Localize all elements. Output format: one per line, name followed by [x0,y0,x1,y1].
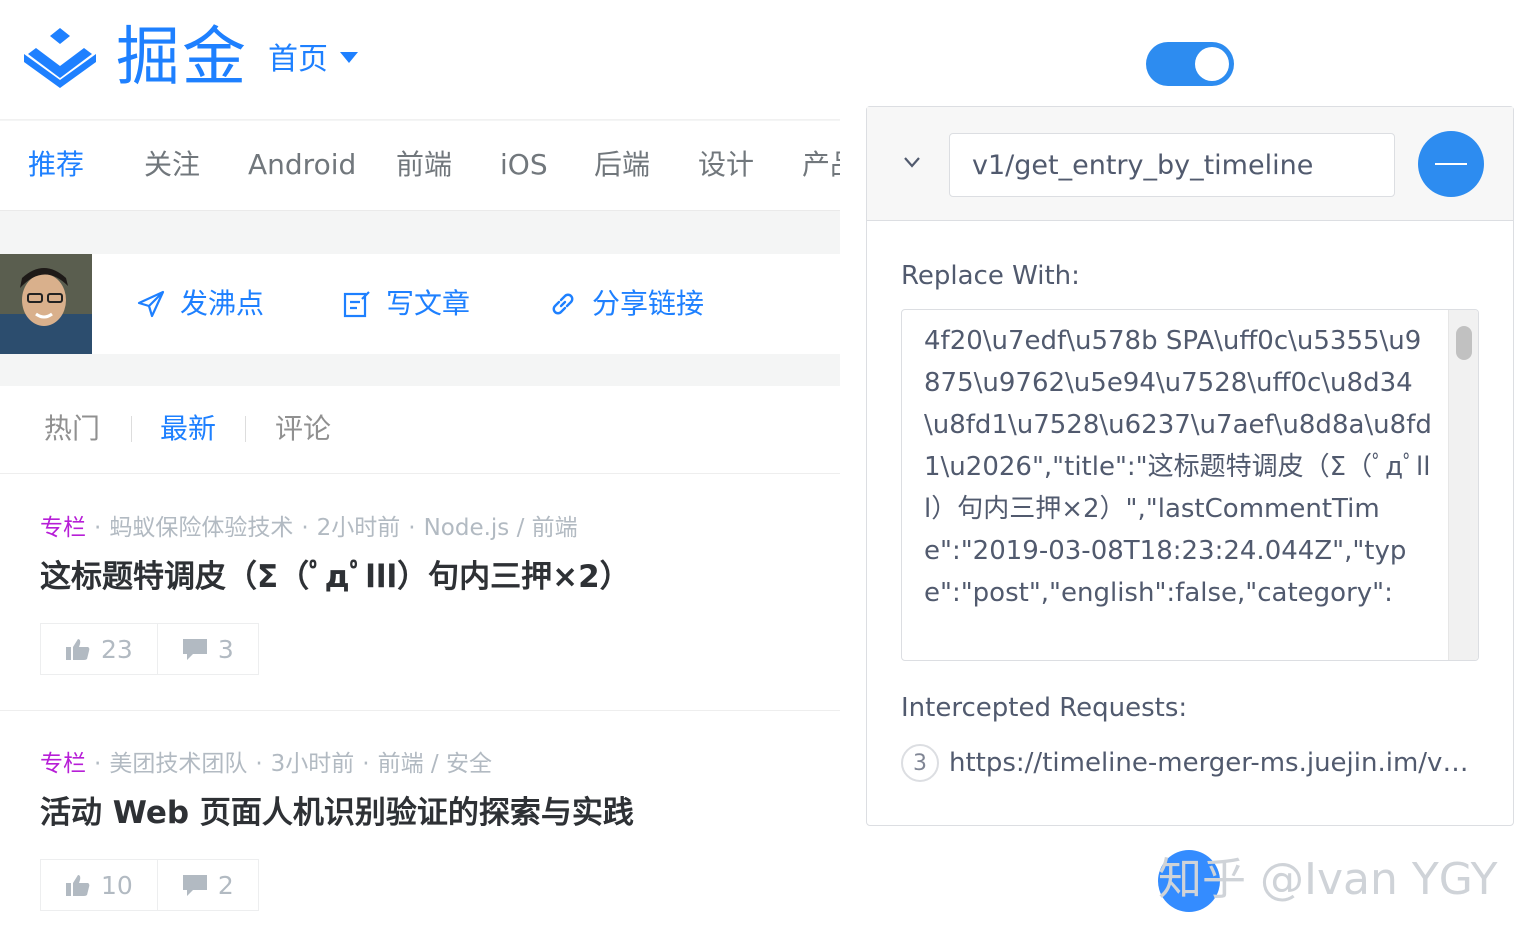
thumbs-up-icon [66,639,90,660]
sort-comments[interactable]: 评论 [275,411,331,447]
tab-product[interactable]: 产品 [802,147,840,183]
replace-textarea-content: 4f20\u7edf\u578b SPA\uff0c\u5355\u9875\u… [924,326,1432,608]
top-navbar: 掘金 首页 [0,0,840,120]
divider [245,416,246,442]
url-pattern-input[interactable] [949,133,1395,197]
juejin-logo-icon[interactable] [22,26,98,88]
comment-count: 3 [217,634,234,664]
tab-ios[interactable]: iOS [500,147,548,183]
entry-title[interactable]: 活动 Web 页面人机识别验证的探索与实践 [40,791,634,835]
post-pin-label: 发沸点 [180,287,265,320]
minus-icon [1435,163,1467,165]
entry-author[interactable]: 美团技术团队 [109,751,247,777]
entry-meta: 专栏 · 蚂蚁保险体验技术 · 2小时前 · Node.js / 前端 [40,513,578,543]
entry-meta: 专栏 · 美团技术团队 · 3小时前 · 前端 / 安全 [40,749,492,779]
sort-newest[interactable]: 最新 [160,411,216,447]
category-tabs: 推荐 关注 Android 前端 iOS 后端 设计 产品 [0,121,840,211]
share-link-label: 分享链接 [592,287,705,320]
tab-recommend[interactable]: 推荐 [28,147,84,183]
meta-dot: · [362,751,370,777]
tab-frontend[interactable]: 前端 [396,147,452,183]
comment-button[interactable]: 3 [156,624,258,674]
juejin-logo-text[interactable]: 掘金 [116,18,248,98]
rule-header [867,107,1513,221]
entry-tag[interactable]: 专栏 [40,751,86,777]
meta-dot: · [94,751,102,777]
entry-feed: 热门 最新 评论 专栏 · 蚂蚁保险体验技术 · 2小时前 · Node.js / 前端 这… [0,386,840,944]
entry-categories[interactable]: 前端 / 安全 [378,751,492,777]
tab-design[interactable]: 设计 [698,147,754,183]
juejin-page: 掘金 首页 推荐 关注 Android 前端 iOS 后端 设计 产品 [0,0,840,944]
home-menu-label: 首页 [268,42,328,77]
chevron-down-icon[interactable] [903,153,921,171]
meta-dot: · [255,751,263,777]
list-item[interactable]: 专栏 · 蚂蚁保险体验技术 · 2小时前 · Node.js / 前端 这标题特调皮（Σ（ﾟ… [0,475,840,711]
watermark: 知乎 @Ivan YGY [1158,846,1498,916]
entry-title[interactable]: 这标题特调皮（Σ（ﾟдﾟlll）句内三押×2） [40,555,631,599]
list-item[interactable]: 专栏 · 美团技术团队 · 3小时前 · 前端 / 安全 活动 Web 页面人机识别验证的探… [0,711,840,944]
entry-actions: 10 2 [40,859,259,911]
entry-actions: 23 3 [40,623,259,675]
toggle-knob [1195,47,1229,81]
write-article-label: 写文章 [386,287,471,320]
meta-dot: · [301,515,309,541]
watermark-text: 知乎 @Ivan YGY [1158,854,1498,905]
comment-icon [182,875,207,896]
sort-hot[interactable]: 热门 [44,411,100,447]
entry-author[interactable]: 蚂蚁保险体验技术 [109,515,293,541]
comment-button[interactable]: 2 [156,860,258,910]
caret-down-icon [340,52,358,63]
link-icon [552,293,574,315]
home-menu[interactable]: 首页 [268,40,358,80]
tab-follow[interactable]: 关注 [144,147,200,183]
meta-dot: · [408,515,416,541]
comment-icon [182,639,207,660]
like-count: 10 [101,870,133,900]
edit-icon [343,291,370,318]
request-url: https://timeline-merger-ms.juejin.im/v1/… [949,748,1479,778]
textarea-scrollbar[interactable] [1448,310,1478,660]
replace-with-label: Replace With: [901,261,1080,291]
scrollbar-thumb[interactable] [1456,326,1472,360]
send-icon [137,290,165,318]
meta-dot: · [94,515,102,541]
remove-rule-button[interactable] [1418,131,1484,197]
publish-bar: 发沸点 写文章 分享链接 [0,254,840,354]
entry-time: 3小时前 [270,751,355,777]
share-link-button[interactable]: 分享链接 [548,286,704,322]
write-article-button[interactable]: 写文章 [342,286,470,322]
entry-time: 2小时前 [316,515,401,541]
comment-count: 2 [217,870,234,900]
post-pin-button[interactable]: 发沸点 [136,286,264,322]
tab-backend[interactable]: 后端 [594,147,650,183]
like-button[interactable]: 23 [41,624,157,674]
request-count-badge: 3 [901,744,939,782]
replace-textarea[interactable]: 4f20\u7edf\u578b SPA\uff0c\u5355\u9875\u… [901,309,1479,661]
intercepted-request-item[interactable]: 3 https://timeline-merger-ms.juejin.im/v… [901,743,1481,783]
like-button[interactable]: 10 [41,860,157,910]
like-count: 23 [101,634,133,664]
rule-card: Replace With: 4f20\u7edf\u578b SPA\uff0c… [866,106,1514,826]
divider [131,416,132,442]
avatar[interactable] [0,254,92,354]
sort-tabs: 热门 最新 评论 [0,386,840,474]
enable-toggle[interactable] [1146,42,1234,86]
interceptor-panel: Replace With: 4f20\u7edf\u578b SPA\uff0c… [840,0,1530,944]
thumbs-up-icon [66,875,90,896]
tab-android[interactable]: Android [248,147,356,183]
entry-categories[interactable]: Node.js / 前端 [424,515,578,541]
entry-tag[interactable]: 专栏 [40,515,86,541]
intercepted-requests-label: Intercepted Requests: [901,693,1188,723]
